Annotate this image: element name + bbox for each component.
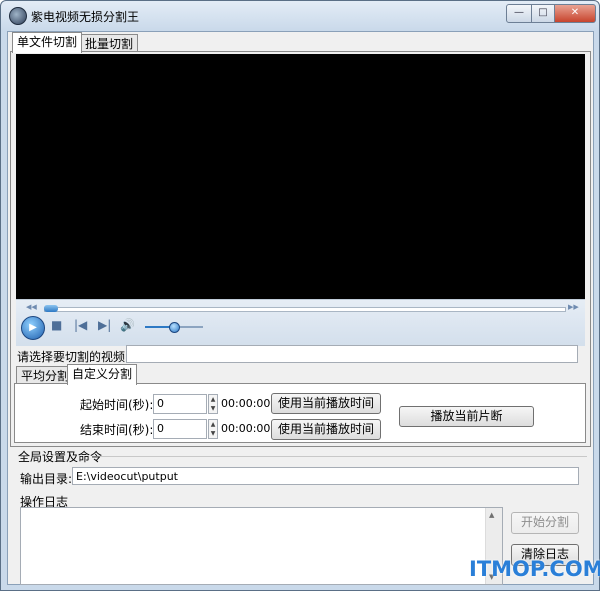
media-controls: ◀◀ ▶▶ ▶ ■ |◀ ▶| 🔊 xyxy=(16,299,585,346)
stop-icon[interactable]: ■ xyxy=(51,318,62,332)
global-section-title: 全局设置及命令 xyxy=(18,450,103,464)
volume-thumb[interactable] xyxy=(169,322,180,333)
app-logo-icon xyxy=(9,7,27,25)
app-window: 紫电视频无损分割王 — □ ✕ 单文件切割 批量切割 ◀◀ ▶▶ ▶ ■ |◀ … xyxy=(0,0,600,591)
minimize-button[interactable]: — xyxy=(506,4,532,23)
play-button[interactable]: ▶ xyxy=(21,316,45,340)
seek-thumb[interactable] xyxy=(44,305,58,312)
maximize-button[interactable]: □ xyxy=(531,4,555,23)
seek-back-icon[interactable]: ◀◀ xyxy=(26,303,37,311)
start-time-display: 00:00:00 xyxy=(221,397,271,410)
window-title: 紫电视频无损分割王 xyxy=(31,10,140,24)
end-time-display: 00:00:00 xyxy=(221,422,271,435)
custom-split-panel: 起始时间(秒): 0 ▲ ▼ 00:00:00 使用当前播放时间 结束时间(秒):… xyxy=(14,383,586,443)
scroll-up-icon[interactable]: ▲ xyxy=(489,511,494,519)
start-time-label: 起始时间(秒): xyxy=(80,398,154,412)
start-time-spinner[interactable]: ▲ ▼ xyxy=(208,394,218,414)
end-time-label: 结束时间(秒): xyxy=(80,423,154,437)
video-display[interactable] xyxy=(16,54,585,299)
log-textarea[interactable]: ▲ ▼ xyxy=(20,507,503,585)
next-icon[interactable]: ▶| xyxy=(98,318,111,332)
client-area: 单文件切割 批量切割 ◀◀ ▶▶ ▶ ■ |◀ ▶| 🔊 请选择要切割的视频: xyxy=(7,31,594,585)
video-select-label: 请选择要切割的视频: xyxy=(17,350,130,364)
tab-single-file[interactable]: 单文件切割 xyxy=(12,32,83,53)
output-dir-input[interactable]: E:\videocut\putput xyxy=(72,467,579,485)
start-time-input[interactable]: 0 xyxy=(153,394,207,414)
close-button[interactable]: ✕ xyxy=(554,4,596,23)
end-time-spinner[interactable]: ▲ ▼ xyxy=(208,419,218,439)
section-divider xyxy=(100,456,587,457)
previous-icon[interactable]: |◀ xyxy=(74,318,87,332)
volume-icon[interactable]: 🔊 xyxy=(120,318,135,332)
start-split-button[interactable]: 开始分割 xyxy=(511,512,579,534)
seek-bar[interactable] xyxy=(44,307,566,312)
use-current-time-end-button[interactable]: 使用当前播放时间 xyxy=(271,419,381,440)
single-file-panel: ◀◀ ▶▶ ▶ ■ |◀ ▶| 🔊 请选择要切割的视频: 平均分割 自定义分割 … xyxy=(10,51,591,447)
tab-custom-split[interactable]: 自定义分割 xyxy=(67,364,138,385)
end-time-input[interactable]: 0 xyxy=(153,419,207,439)
video-path-input[interactable] xyxy=(126,345,578,363)
output-dir-label: 输出目录: xyxy=(20,472,73,486)
seek-forward-icon[interactable]: ▶▶ xyxy=(568,303,579,311)
use-current-time-start-button[interactable]: 使用当前播放时间 xyxy=(271,393,381,414)
watermark-text: ITMOP.COM xyxy=(469,557,600,581)
play-segment-button[interactable]: 播放当前片断 xyxy=(399,406,534,427)
title-bar[interactable]: 紫电视频无损分割王 — □ ✕ xyxy=(1,1,599,31)
